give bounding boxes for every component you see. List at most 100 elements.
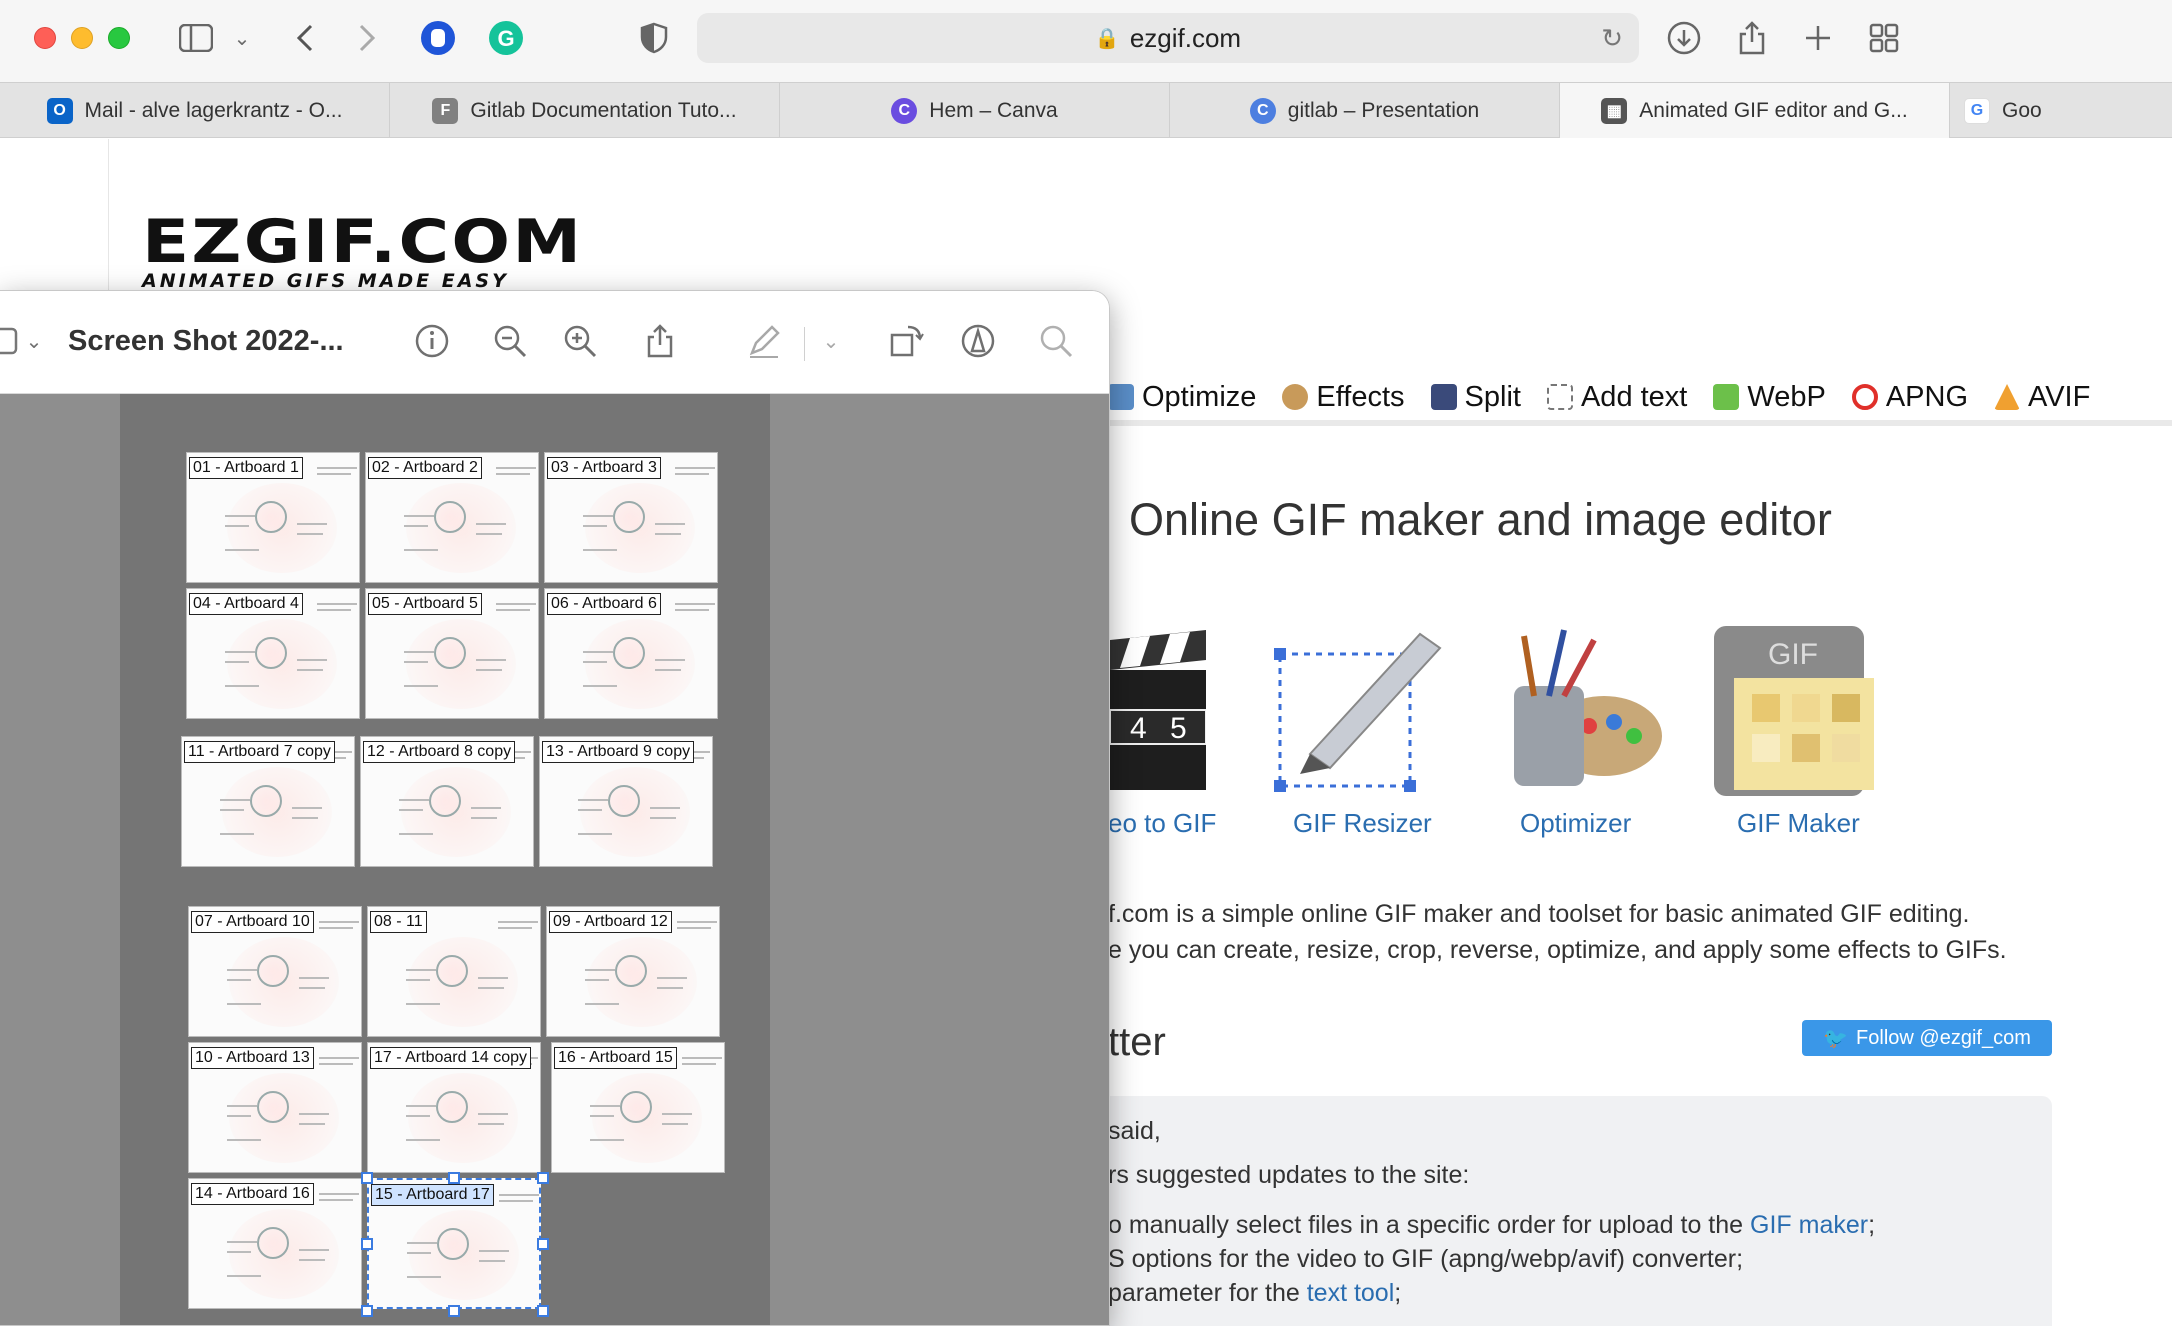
artboard-text-line [682, 1057, 722, 1059]
sidebar-toggle-icon[interactable] [176, 18, 216, 58]
artboard-text-line [476, 533, 502, 535]
share-icon[interactable] [640, 321, 680, 361]
minimize-window-button[interactable] [71, 27, 93, 49]
artboard-thumbnail[interactable]: 08 - 11 [367, 906, 541, 1037]
gif-maker-link[interactable]: GIF maker [1750, 1211, 1868, 1239]
artboard-text-line [499, 1194, 539, 1196]
selection-handle[interactable] [537, 1237, 549, 1250]
share-icon[interactable] [1732, 18, 1772, 58]
chevron-down-icon[interactable]: ⌄ [230, 18, 254, 58]
artboard-thumbnail[interactable]: 16 - Artboard 15 [551, 1042, 725, 1173]
info-icon[interactable] [412, 321, 452, 361]
artboard-thumbnail[interactable]: 01 - Artboard 1 [186, 452, 360, 583]
search-icon[interactable] [1036, 321, 1076, 361]
follow-label: Follow @ezgif_com [1856, 1026, 2031, 1049]
artboard-thumbnail[interactable]: 11 - Artboard 7 copy [181, 736, 355, 867]
nav-effects[interactable]: Effects [1282, 380, 1405, 414]
artboard-label: 05 - Artboard 5 [368, 593, 482, 615]
artboard-text-line [225, 661, 249, 663]
selection-handle[interactable] [361, 1237, 373, 1250]
artboard-text-line [299, 987, 325, 989]
markup-icon[interactable] [958, 321, 998, 361]
tab-canva-presentation[interactable]: C gitlab – Presentation [1170, 83, 1560, 138]
artboard-thumbnail[interactable]: 15 - Artboard 17 [367, 1178, 541, 1309]
artboard-thumbnail[interactable]: 04 - Artboard 4 [186, 588, 360, 719]
text-icon [1546, 384, 1573, 410]
nav-webp[interactable]: WebP [1713, 381, 1826, 414]
twitter-follow-button[interactable]: 🐦 Follow @ezgif_com [1802, 1020, 2052, 1056]
artboard-text-line [317, 473, 351, 475]
text-tool-link[interactable]: text tool [1307, 1279, 1395, 1307]
artboard-text-line [227, 1241, 257, 1243]
nav-add-text[interactable]: Add text [1546, 381, 1687, 414]
artboard-text-line [583, 661, 607, 663]
artboard-text-line [299, 1259, 325, 1261]
rotate-icon[interactable] [886, 321, 926, 361]
artboard-text-line [297, 523, 327, 525]
artboard-text-line [297, 669, 323, 671]
tab-mail[interactable]: O Mail - alve lagerkrantz - O... [0, 83, 390, 138]
selection-handle[interactable] [537, 1172, 549, 1184]
hand-extension-icon[interactable] [418, 18, 458, 58]
webp-icon [1713, 384, 1740, 410]
tab-overview-icon[interactable] [1864, 18, 1904, 58]
artboard-text-line [662, 1123, 688, 1125]
artboard-circle [257, 955, 289, 987]
artboard-thumbnail[interactable]: 17 - Artboard 14 copy [367, 1042, 541, 1173]
tab-ezgif[interactable]: ▦ Animated GIF editor and G... [1560, 83, 1950, 138]
artboard-thumbnail[interactable]: 14 - Artboard 16 [188, 1178, 362, 1309]
shield-icon[interactable] [634, 18, 674, 58]
zoom-window-button[interactable] [108, 27, 130, 49]
artboard-text-line [496, 467, 536, 469]
artboard-text-line [590, 1115, 614, 1117]
chevron-down-icon[interactable]: ⌄ [816, 321, 846, 361]
tab-label: gitlab – Presentation [1287, 98, 1480, 122]
selection-handle[interactable] [537, 1305, 549, 1317]
artboard-text-line [583, 525, 607, 527]
artboard-label: 13 - Artboard 9 copy [542, 741, 695, 763]
artboard-thumbnail[interactable]: 10 - Artboard 13 [188, 1042, 362, 1173]
site-logo[interactable]: EZGIF.COM ANIMATED GIFS MADE EASY [142, 212, 581, 292]
artboard-thumbnail[interactable]: 12 - Artboard 8 copy [360, 736, 534, 867]
document-title: Screen Shot 2022-... [68, 325, 344, 357]
new-tab-icon[interactable] [1798, 18, 1838, 58]
artboard-thumbnail[interactable]: 09 - Artboard 12 [546, 906, 720, 1037]
selection-handle[interactable] [448, 1305, 460, 1317]
nav-split[interactable]: Split [1430, 381, 1521, 414]
artboard-thumbnail[interactable]: 13 - Artboard 9 copy [539, 736, 713, 867]
back-icon[interactable] [290, 18, 320, 58]
reload-icon[interactable]: ↻ [1601, 23, 1623, 54]
canva-icon: C [1249, 97, 1276, 124]
artboard-label: 06 - Artboard 6 [547, 593, 661, 615]
news-item: S options for the video to GIF (apng/web… [1108, 1242, 1875, 1276]
browser-toolbar: ⌄ G 🔒 ezgif.com ↻ [0, 0, 2172, 82]
zoom-in-icon[interactable] [560, 321, 600, 361]
close-window-button[interactable] [34, 27, 56, 49]
selection-handle[interactable] [448, 1172, 460, 1184]
artboard-text-line [655, 659, 685, 661]
artboard-circle [434, 501, 466, 533]
download-icon[interactable] [1664, 18, 1704, 58]
forward-icon[interactable] [352, 18, 382, 58]
tab-gitlab-docs[interactable]: F Gitlab Documentation Tuto... [390, 83, 780, 138]
artboard-thumbnail[interactable]: 06 - Artboard 6 [544, 588, 718, 719]
grammarly-icon[interactable]: G [486, 18, 526, 58]
markup-pen-icon[interactable] [744, 321, 784, 361]
artboard-thumbnail[interactable]: 07 - Artboard 10 [188, 906, 362, 1037]
chevron-down-icon[interactable]: ⌄ [20, 321, 48, 361]
address-bar[interactable]: 🔒 ezgif.com ↻ [697, 13, 1639, 63]
tab-canva-home[interactable]: C Hem – Canva [780, 83, 1170, 138]
tab-label: Hem – Canva [929, 98, 1058, 122]
zoom-out-icon[interactable] [490, 321, 530, 361]
artboard-circle [257, 1091, 289, 1123]
artboard-thumbnail[interactable]: 02 - Artboard 2 [365, 452, 539, 583]
selection-handle[interactable] [361, 1172, 373, 1184]
nav-avif[interactable]: AVIF [1994, 381, 2090, 414]
artboard-thumbnail[interactable]: 05 - Artboard 5 [365, 588, 539, 719]
nav-optimize[interactable]: Optimize [1108, 381, 1256, 414]
nav-apng[interactable]: APNG [1851, 381, 1968, 414]
selection-handle[interactable] [361, 1305, 373, 1317]
nav-label: Effects [1316, 380, 1405, 413]
tab-google[interactable]: G Goo [1950, 83, 2172, 138]
artboard-thumbnail[interactable]: 03 - Artboard 3 [544, 452, 718, 583]
